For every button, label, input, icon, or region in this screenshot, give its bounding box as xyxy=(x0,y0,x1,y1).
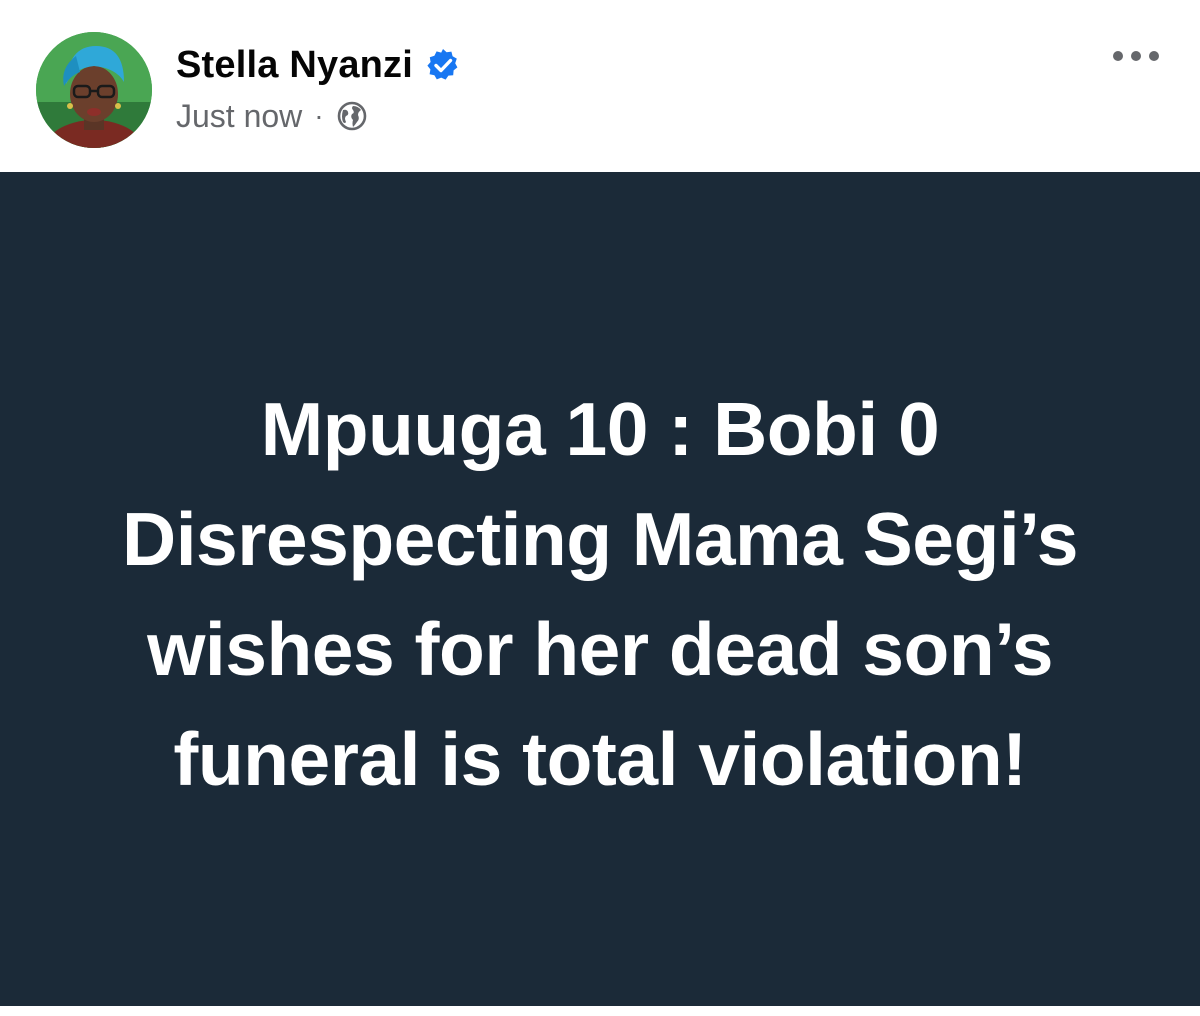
post-meta: Just now · xyxy=(176,94,368,138)
avatar-image xyxy=(36,32,152,148)
more-options-icon xyxy=(1113,51,1159,61)
globe-icon[interactable] xyxy=(336,100,368,132)
post-timestamp[interactable]: Just now xyxy=(176,98,302,135)
author-avatar[interactable] xyxy=(36,32,152,148)
facebook-post: Stella Nyanzi Just now · Mpuuga 10: Bob… xyxy=(0,0,1200,1016)
verified-badge-icon xyxy=(425,47,461,83)
author-name[interactable]: Stella Nyanzi xyxy=(176,44,413,87)
more-options-button[interactable] xyxy=(1104,36,1168,76)
post-footer-divider xyxy=(0,1006,1200,1016)
author-line: Stella Nyanzi xyxy=(176,40,461,90)
post-text: Mpuuga 10 : Bobi 0 Disrespecting Mama Se… xyxy=(122,387,1078,801)
post-text-card: Mpuuga 10 : Bobi 0 Disrespecting Mama Se… xyxy=(0,172,1200,1006)
meta-separator: · xyxy=(314,100,324,131)
post-header: Stella Nyanzi Just now · xyxy=(0,0,1200,172)
